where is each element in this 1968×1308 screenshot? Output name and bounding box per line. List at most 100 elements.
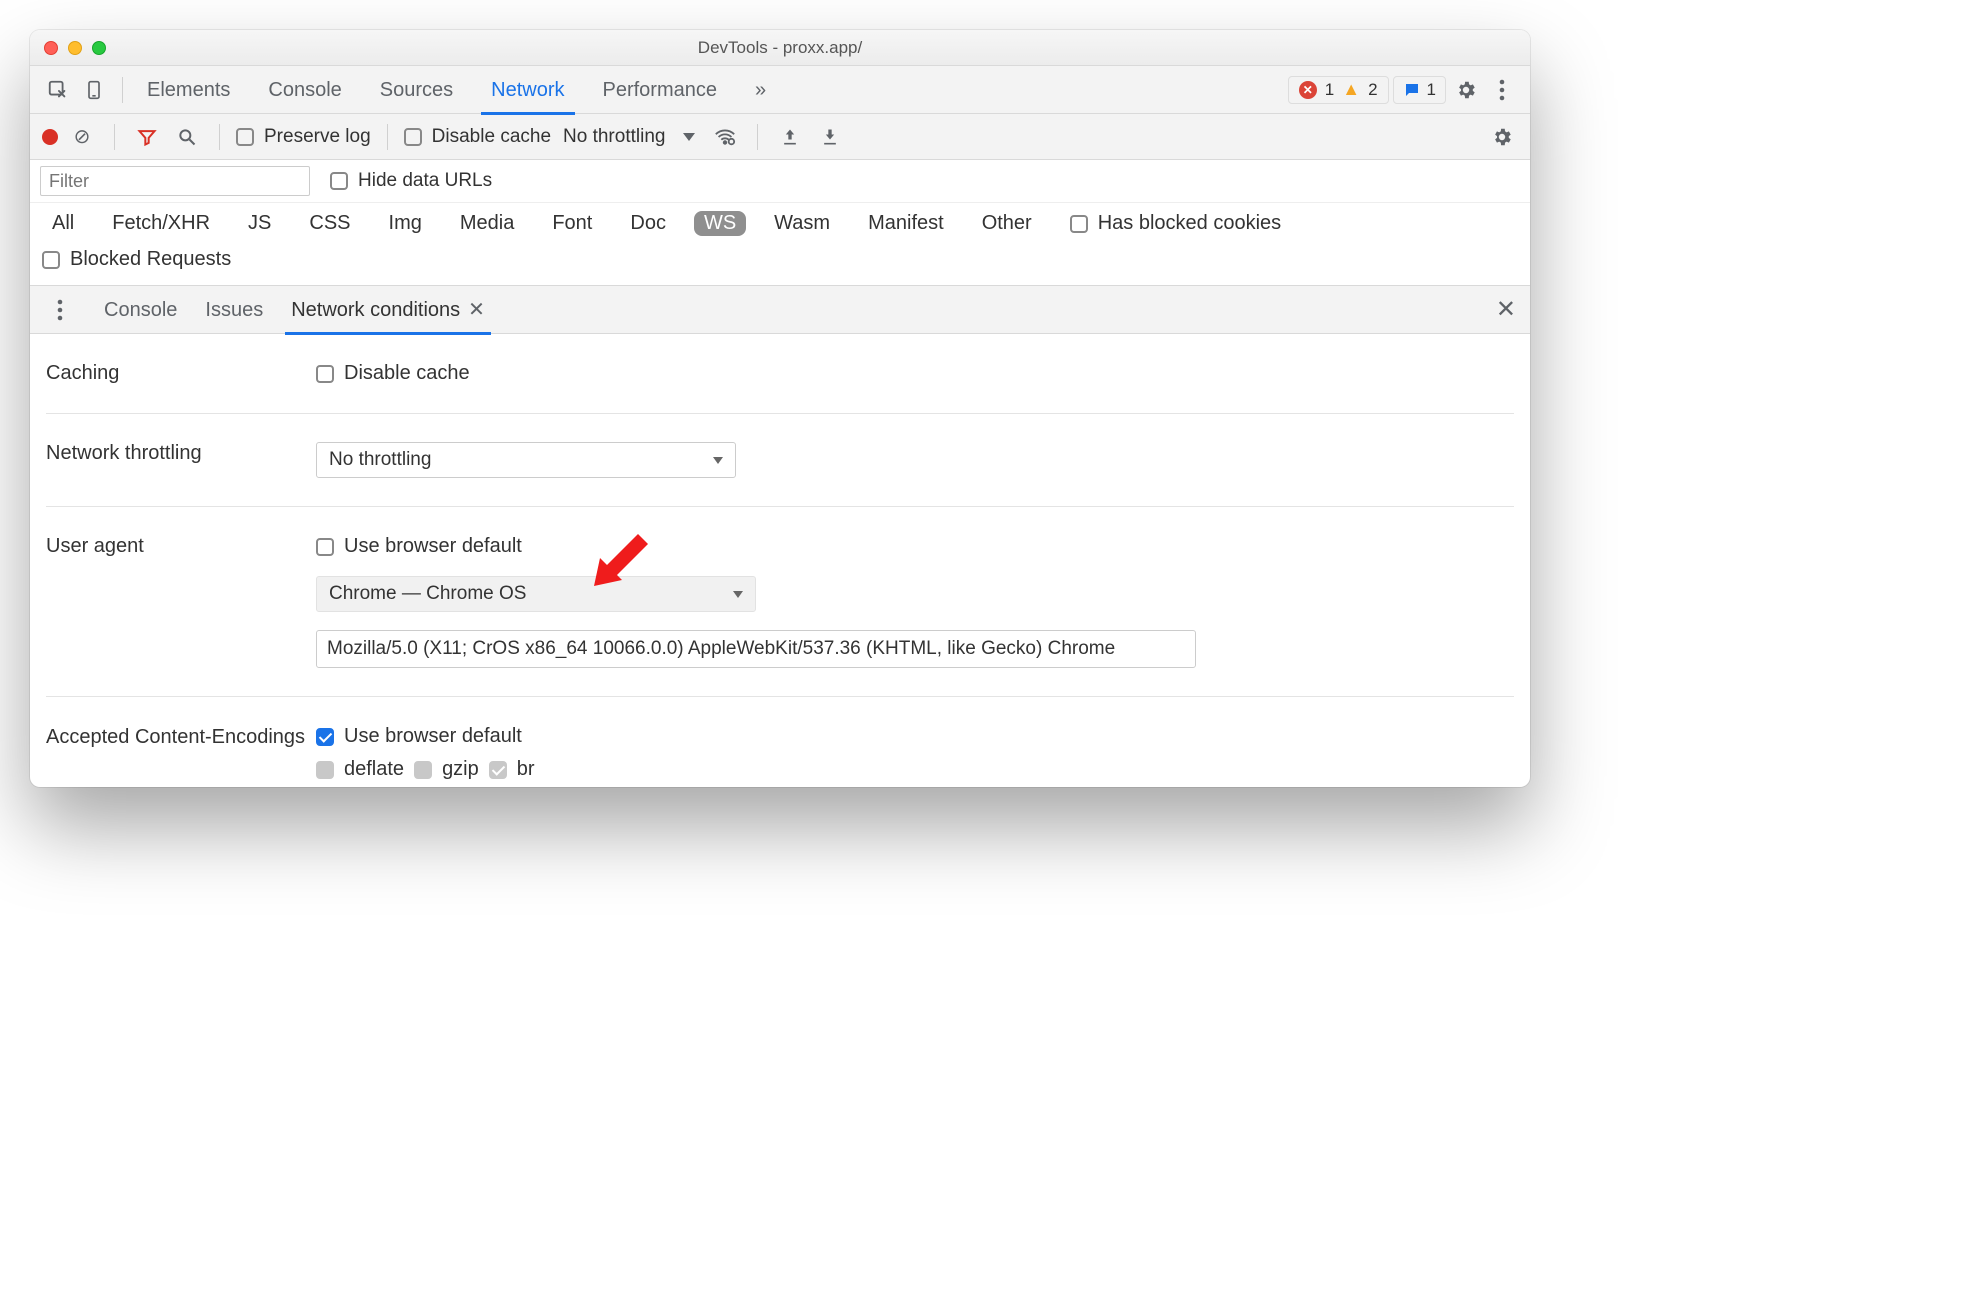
hide-data-urls-toggle[interactable]: Hide data URLs xyxy=(330,170,492,192)
preserve-log-checkbox[interactable] xyxy=(236,128,254,146)
search-icon[interactable] xyxy=(171,121,203,153)
error-icon: ✕ xyxy=(1299,81,1317,99)
filter-media[interactable]: Media xyxy=(450,211,524,236)
upload-har-icon[interactable] xyxy=(774,121,806,153)
blocked-requests-toggle[interactable]: Blocked Requests xyxy=(42,248,231,271)
type-filters: All Fetch/XHR JS CSS Img Media Font Doc … xyxy=(30,203,1530,244)
dropdown-caret-icon xyxy=(713,457,723,464)
has-blocked-cookies-label: Has blocked cookies xyxy=(1098,212,1281,235)
warning-count: 2 xyxy=(1368,80,1377,100)
filter-ws[interactable]: WS xyxy=(694,211,746,236)
filter-input[interactable] xyxy=(40,166,310,196)
enc-deflate-checkbox xyxy=(316,761,334,779)
minimize-window-button[interactable] xyxy=(68,41,82,55)
filter-font[interactable]: Font xyxy=(542,211,602,236)
blocked-requests-row: Blocked Requests xyxy=(30,244,1530,286)
annotation-arrow-icon xyxy=(586,528,650,592)
enc-gzip-label: gzip xyxy=(442,758,479,781)
tab-sources[interactable]: Sources xyxy=(376,66,457,114)
network-conditions-panel: Caching Disable cache Network throttling… xyxy=(30,334,1530,787)
ua-default-label: Use browser default xyxy=(344,535,522,558)
caching-disable-toggle[interactable]: Disable cache xyxy=(316,362,470,385)
ua-default-checkbox[interactable] xyxy=(316,538,334,556)
error-count: 1 xyxy=(1325,80,1334,100)
record-button[interactable] xyxy=(42,129,58,145)
drawer-tab-console[interactable]: Console xyxy=(104,286,177,334)
enc-default-toggle[interactable]: Use browser default xyxy=(316,725,522,748)
separator xyxy=(387,124,388,150)
has-blocked-cookies-checkbox[interactable] xyxy=(1070,215,1088,233)
filter-css[interactable]: CSS xyxy=(299,211,360,236)
blocked-requests-label: Blocked Requests xyxy=(70,248,231,271)
dropdown-caret-icon xyxy=(733,591,743,598)
disable-cache-checkbox[interactable] xyxy=(404,128,422,146)
status-badges[interactable]: ✕ 1 ▲ 2 xyxy=(1288,76,1389,104)
network-toolbar: ⊘ Preserve log Disable cache No throttli… xyxy=(30,114,1530,160)
zoom-window-button[interactable] xyxy=(92,41,106,55)
warning-icon: ▲ xyxy=(1342,79,1360,100)
window-controls xyxy=(30,41,106,55)
issues-count: 1 xyxy=(1427,80,1436,100)
hide-data-urls-checkbox[interactable] xyxy=(330,172,348,190)
close-window-button[interactable] xyxy=(44,41,58,55)
clear-icon[interactable]: ⊘ xyxy=(66,121,98,153)
network-conditions-icon[interactable] xyxy=(709,121,741,153)
drawer-menu-icon[interactable] xyxy=(44,294,76,326)
ua-string-input[interactable] xyxy=(316,630,1196,668)
main-tabstrip: Elements Console Sources Network Perform… xyxy=(30,66,1530,114)
settings-icon[interactable] xyxy=(1450,74,1482,106)
caching-disable-label: Disable cache xyxy=(344,362,470,385)
filter-wasm[interactable]: Wasm xyxy=(764,211,840,236)
throttling-select[interactable]: No throttling xyxy=(316,442,736,478)
disable-cache-toggle[interactable]: Disable cache xyxy=(404,126,551,148)
dropdown-caret-icon xyxy=(683,133,695,141)
encodings-options: deflate gzip br xyxy=(316,758,535,781)
throttling-select-value: No throttling xyxy=(329,449,431,471)
drawer-tab-issues[interactable]: Issues xyxy=(205,286,263,334)
tab-more[interactable]: » xyxy=(751,66,770,114)
throttling-dropdown[interactable]: No throttling xyxy=(563,126,695,148)
row-caching: Caching Disable cache xyxy=(46,334,1514,414)
filter-manifest[interactable]: Manifest xyxy=(858,211,954,236)
filter-js[interactable]: JS xyxy=(238,211,281,236)
caching-disable-checkbox[interactable] xyxy=(316,365,334,383)
row-encodings: Accepted Content-Encodings Use browser d… xyxy=(46,697,1514,787)
kebab-menu-icon[interactable] xyxy=(1486,74,1518,106)
close-drawer-icon[interactable]: ✕ xyxy=(1496,295,1516,324)
devtools-window: DevTools - proxx.app/ Elements Console S… xyxy=(30,30,1530,787)
caching-label: Caching xyxy=(46,362,316,385)
filter-img[interactable]: Img xyxy=(379,211,432,236)
throttling-label: Network throttling xyxy=(46,442,316,465)
enc-deflate-label: deflate xyxy=(344,758,404,781)
titlebar: DevTools - proxx.app/ xyxy=(30,30,1530,66)
filter-doc[interactable]: Doc xyxy=(620,211,676,236)
tab-console[interactable]: Console xyxy=(264,66,345,114)
enc-default-checkbox[interactable] xyxy=(316,728,334,746)
filter-other[interactable]: Other xyxy=(972,211,1042,236)
filter-all[interactable]: All xyxy=(42,211,84,236)
drawer-tab-network-conditions[interactable]: Network conditions ✕ xyxy=(291,286,485,334)
inspect-element-icon[interactable] xyxy=(42,74,74,106)
message-icon xyxy=(1403,81,1421,99)
hide-data-urls-label: Hide data URLs xyxy=(358,170,492,192)
throttling-value: No throttling xyxy=(563,126,665,148)
tab-network[interactable]: Network xyxy=(487,66,568,114)
network-settings-icon[interactable] xyxy=(1486,121,1518,153)
toggle-device-icon[interactable] xyxy=(78,74,110,106)
window-title: DevTools - proxx.app/ xyxy=(698,38,862,58)
tab-performance[interactable]: Performance xyxy=(599,66,722,114)
issues-badge[interactable]: 1 xyxy=(1393,76,1446,104)
ua-default-toggle[interactable]: Use browser default xyxy=(316,535,522,558)
ua-select-value: Chrome — Chrome OS xyxy=(329,583,526,605)
filter-row: Hide data URLs xyxy=(30,160,1530,203)
download-har-icon[interactable] xyxy=(814,121,846,153)
filter-fetch[interactable]: Fetch/XHR xyxy=(102,211,220,236)
separator xyxy=(122,77,123,103)
has-blocked-cookies-toggle[interactable]: Has blocked cookies xyxy=(1070,212,1281,235)
close-tab-icon[interactable]: ✕ xyxy=(468,286,485,334)
preserve-log-toggle[interactable]: Preserve log xyxy=(236,126,371,148)
ua-select[interactable]: Chrome — Chrome OS xyxy=(316,576,756,612)
blocked-requests-checkbox[interactable] xyxy=(42,251,60,269)
tab-elements[interactable]: Elements xyxy=(143,66,234,114)
filter-icon[interactable] xyxy=(131,121,163,153)
